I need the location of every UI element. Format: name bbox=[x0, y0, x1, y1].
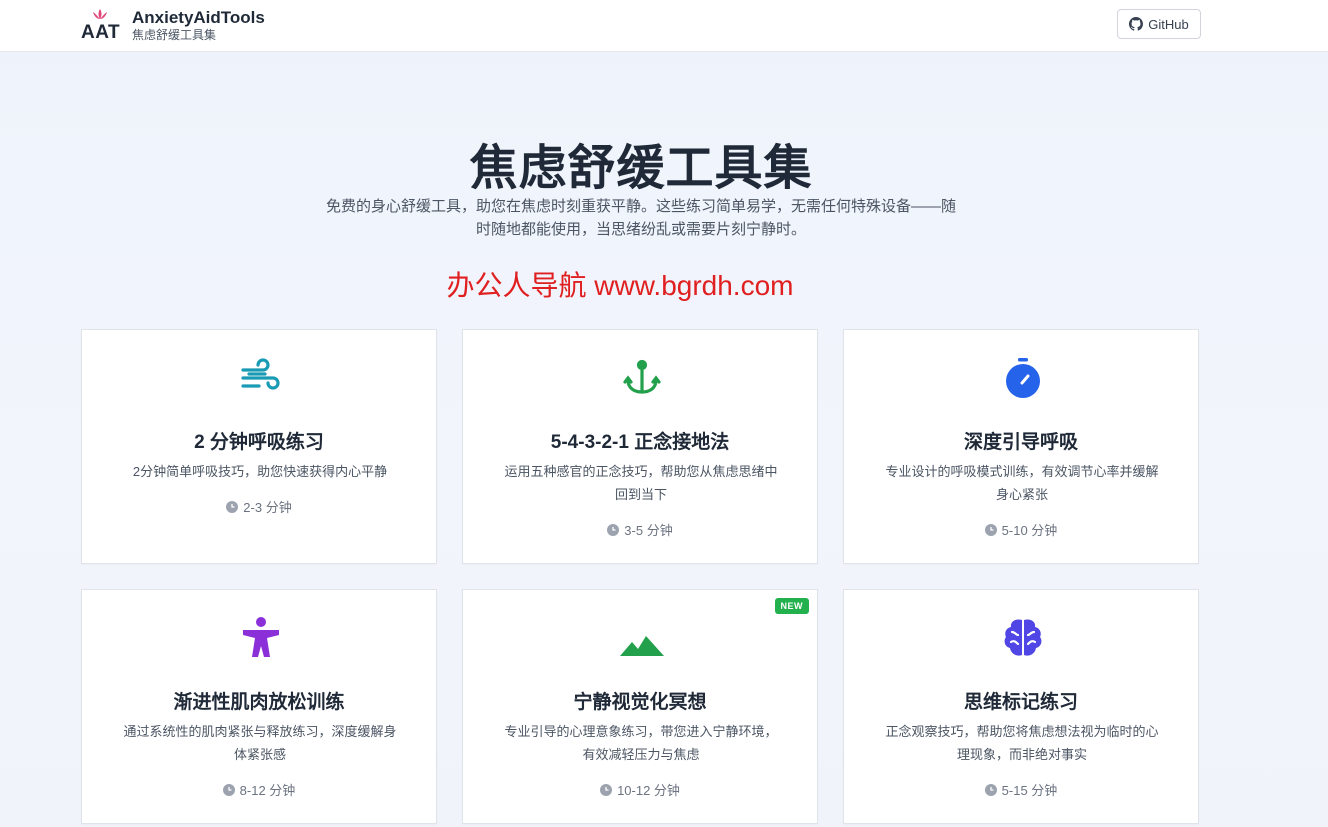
page-description: 免费的身心舒缓工具，助您在焦虑时刻重获平静。这些练习简单易学，无需任何特殊设备—… bbox=[296, 195, 986, 241]
card-description-line: 专业设计的呼吸模式训练，有效调节心率并缓解 bbox=[885, 464, 1159, 479]
card-description-line: 2分钟简单呼吸技巧，助您快速获得内心平静 bbox=[132, 464, 388, 479]
card-description: 通过系统性的肌肉紧张与释放练习，深度缓解身 体紧张感 bbox=[110, 720, 410, 766]
card-description-line: 正念观察技巧，帮助您将焦虑想法视为临时的心 bbox=[885, 724, 1159, 739]
card-description-line: 身心紧张 bbox=[995, 487, 1048, 502]
github-label: GitHub bbox=[1148, 16, 1189, 32]
card-title: 渐进性肌肉放松训练 bbox=[173, 692, 345, 713]
card-duration: 5-10 分钟 bbox=[844, 520, 1198, 539]
card-title: 思维标记练习 bbox=[963, 692, 1078, 713]
clock-icon bbox=[607, 523, 620, 536]
person-icon bbox=[243, 617, 279, 657]
card-description-line: 回到当下 bbox=[614, 487, 667, 502]
tool-card-thought-labeling[interactable]: 思维标记练习 正念观察技巧，帮助您将焦虑想法视为临时的心 理现象，而非绝对事实 … bbox=[843, 589, 1199, 824]
card-duration-text: 3-5 分钟 bbox=[624, 523, 673, 538]
tool-card-deep-breathing[interactable]: 深度引导呼吸 专业设计的呼吸模式训练，有效调节心率并缓解 身心紧张 5-10 分… bbox=[843, 329, 1199, 564]
github-button[interactable]: GitHub bbox=[1117, 9, 1201, 39]
card-duration-text: 5-15 分钟 bbox=[1001, 783, 1058, 798]
card-description-line: 有效减轻压力与焦虑 bbox=[582, 747, 700, 762]
description-line-1: 免费的身心舒缓工具，助您在焦虑时刻重获平静。这些练习简单易学，无需任何特殊设备—… bbox=[325, 198, 956, 215]
tool-card-grounding[interactable]: 5-4-3-2-1 正念接地法 运用五种感官的正念技巧，帮助您从焦虑思绪中 回到… bbox=[462, 329, 818, 564]
card-description-line: 专业引导的心理意象练习，带您进入宁静环境， bbox=[504, 724, 778, 739]
brand-name: AnxietyAidTools bbox=[132, 8, 265, 27]
tool-card-breathing-2min[interactable]: 2 分钟呼吸练习 2分钟简单呼吸技巧，助您快速获得内心平静 2-3 分钟 bbox=[81, 329, 437, 564]
github-icon bbox=[1129, 17, 1144, 31]
promo-text: 办公人导航 www.bgrdh.com bbox=[446, 270, 794, 301]
card-duration-text: 8-12 分钟 bbox=[239, 783, 296, 798]
card-description-line: 通过系统性的肌肉紧张与释放练习，深度缓解身 bbox=[123, 724, 397, 739]
card-description: 2分钟简单呼吸技巧，助您快速获得内心平静 bbox=[110, 460, 410, 483]
card-duration: 8-12 分钟 bbox=[82, 780, 436, 799]
card-duration-text: 2-3 分钟 bbox=[243, 500, 292, 515]
site-header: AAT AnxietyAidTools 焦虑舒缓工具集 GitHub bbox=[0, 0, 1328, 52]
card-description-line: 体紧张感 bbox=[233, 747, 286, 762]
stopwatch-icon bbox=[1006, 358, 1040, 398]
card-description-line: 运用五种感官的正念技巧，帮助您从焦虑思绪中 bbox=[504, 464, 778, 479]
clock-icon bbox=[226, 500, 239, 513]
card-description-line: 理现象，而非绝对事实 bbox=[956, 747, 1087, 762]
brand-logo-link[interactable]: AAT AnxietyAidTools 焦虑舒缓工具集 bbox=[81, 8, 265, 44]
clock-icon bbox=[984, 783, 997, 796]
brand-subtitle: 焦虑舒缓工具集 bbox=[132, 28, 217, 42]
lotus-icon bbox=[93, 9, 107, 19]
tool-card-visualization[interactable]: NEW 宁静视觉化冥想 专业引导的心理意象练习，带您进入宁静环境， 有效减轻压力… bbox=[462, 589, 818, 824]
clock-icon bbox=[600, 783, 613, 796]
tool-card-muscle-relaxation[interactable]: 渐进性肌肉放松训练 通过系统性的肌肉紧张与释放练习，深度缓解身 体紧张感 8-1… bbox=[81, 589, 437, 824]
clock-icon bbox=[222, 783, 235, 796]
card-title: 2 分钟呼吸练习 bbox=[194, 432, 324, 453]
card-title: 深度引导呼吸 bbox=[963, 432, 1078, 453]
clock-icon bbox=[984, 523, 997, 536]
description-line-2: 时随地都能使用，当思绪纷乱或需要片刻宁静时。 bbox=[475, 221, 806, 238]
card-description: 运用五种感官的正念技巧，帮助您从焦虑思绪中 回到当下 bbox=[491, 460, 791, 506]
card-duration: 10-12 分钟 bbox=[463, 780, 817, 799]
card-title: 宁静视觉化冥想 bbox=[573, 692, 707, 713]
card-description: 专业设计的呼吸模式训练，有效调节心率并缓解 身心紧张 bbox=[872, 460, 1172, 506]
card-duration: 5-15 分钟 bbox=[844, 780, 1198, 799]
logo-text: AAT bbox=[81, 22, 121, 43]
card-duration: 3-5 分钟 bbox=[463, 520, 817, 539]
new-badge: NEW bbox=[774, 598, 809, 614]
card-description: 正念观察技巧，帮助您将焦虑想法视为临时的心 理现象，而非绝对事实 bbox=[872, 720, 1172, 766]
card-title: 5-4-3-2-1 正念接地法 bbox=[550, 432, 730, 453]
card-duration: 2-3 分钟 bbox=[82, 497, 436, 516]
wind-icon bbox=[241, 358, 280, 390]
anchor-icon bbox=[623, 359, 661, 394]
logo: AAT bbox=[81, 8, 121, 44]
page-title: 焦虑舒缓工具集 bbox=[469, 142, 813, 195]
card-description: 专业引导的心理意象练习，带您进入宁静环境， 有效减轻压力与焦虑 bbox=[491, 720, 791, 766]
brain-icon bbox=[1004, 619, 1042, 656]
mountain-icon bbox=[620, 636, 664, 656]
card-duration-text: 10-12 分钟 bbox=[617, 783, 680, 798]
card-duration-text: 5-10 分钟 bbox=[1001, 523, 1058, 538]
